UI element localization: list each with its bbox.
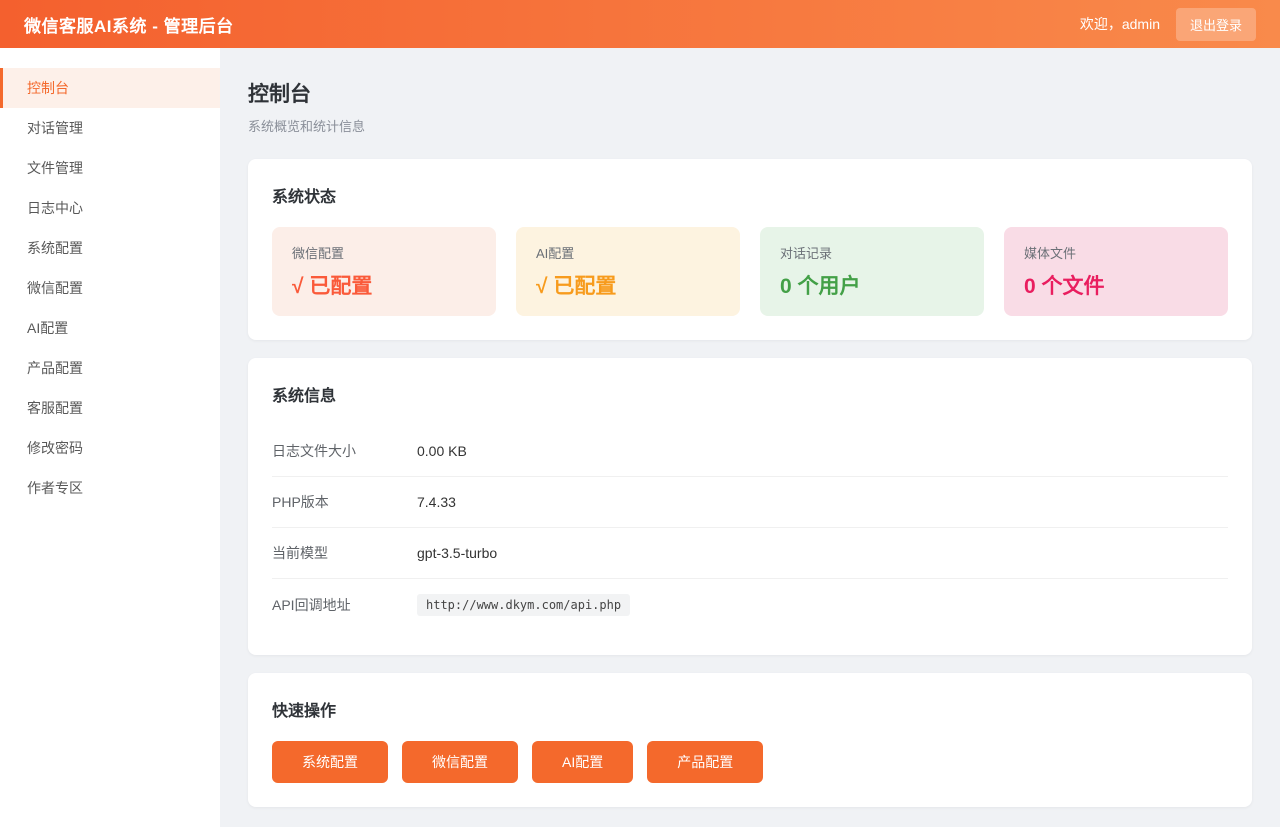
stat-label: 对话记录 [780, 243, 964, 262]
stat-wechat-config: 微信配置 √ 已配置 [272, 227, 496, 316]
info-label: PHP版本 [272, 492, 417, 512]
info-value: 0.00 KB [417, 443, 467, 459]
header-right: 欢迎，admin 退出登录 [1080, 8, 1256, 41]
app-header: 微信客服AI系统 - 管理后台 欢迎，admin 退出登录 [0, 0, 1280, 48]
info-label: 当前模型 [272, 543, 417, 563]
quick-action-product-config[interactable]: 产品配置 [647, 741, 763, 783]
sidebar-item-service-config[interactable]: 客服配置 [0, 388, 220, 428]
stat-value: 0 个文件 [1024, 270, 1208, 300]
stat-label: 媒体文件 [1024, 243, 1208, 262]
quick-action-wechat-config[interactable]: 微信配置 [402, 741, 518, 783]
info-table: 日志文件大小 0.00 KB PHP版本 7.4.33 当前模型 gpt-3.5… [272, 426, 1228, 631]
system-status-title: 系统状态 [272, 183, 1228, 207]
sidebar-item-change-password[interactable]: 修改密码 [0, 428, 220, 468]
system-status-card: 系统状态 微信配置 √ 已配置 AI配置 √ 已配置 对话记录 0 个用户 媒体… [248, 159, 1252, 340]
sidebar-item-product-config[interactable]: 产品配置 [0, 348, 220, 388]
system-info-title: 系统信息 [272, 382, 1228, 406]
sidebar-item-system-config[interactable]: 系统配置 [0, 228, 220, 268]
info-row-api-callback-url: API回调地址 http://www.dkym.com/api.php [272, 579, 1228, 631]
info-value: gpt-3.5-turbo [417, 545, 497, 561]
actions-row: 系统配置 微信配置 AI配置 产品配置 [272, 741, 1228, 783]
stats-grid: 微信配置 √ 已配置 AI配置 √ 已配置 对话记录 0 个用户 媒体文件 0 … [272, 227, 1228, 316]
sidebar-item-conversation-manage[interactable]: 对话管理 [0, 108, 220, 148]
quick-actions-card: 快速操作 系统配置 微信配置 AI配置 产品配置 [248, 673, 1252, 807]
main-content: 控制台 系统概览和统计信息 系统状态 微信配置 √ 已配置 AI配置 √ 已配置… [220, 48, 1280, 827]
sidebar-item-dashboard[interactable]: 控制台 [0, 68, 220, 108]
info-label: API回调地址 [272, 595, 417, 615]
quick-actions-title: 快速操作 [272, 697, 1228, 721]
page-title: 控制台 [248, 78, 1252, 108]
welcome-text: 欢迎，admin [1080, 14, 1160, 34]
sidebar-item-author-zone[interactable]: 作者专区 [0, 468, 220, 508]
info-label: 日志文件大小 [272, 441, 417, 461]
sidebar-item-file-manage[interactable]: 文件管理 [0, 148, 220, 188]
page-subtitle: 系统概览和统计信息 [248, 116, 1252, 135]
stat-value: √ 已配置 [536, 270, 720, 300]
quick-action-ai-config[interactable]: AI配置 [532, 741, 633, 783]
sidebar-nav: 控制台 对话管理 文件管理 日志中心 系统配置 微信配置 AI配置 产品配置 客… [0, 68, 220, 508]
sidebar-item-wechat-config[interactable]: 微信配置 [0, 268, 220, 308]
sidebar: 控制台 对话管理 文件管理 日志中心 系统配置 微信配置 AI配置 产品配置 客… [0, 48, 220, 827]
stat-label: 微信配置 [292, 243, 476, 262]
app-title: 微信客服AI系统 - 管理后台 [24, 12, 234, 37]
api-callback-url: http://www.dkym.com/api.php [417, 594, 630, 616]
stat-label: AI配置 [536, 243, 720, 262]
info-row-current-model: 当前模型 gpt-3.5-turbo [272, 528, 1228, 579]
stat-value: 0 个用户 [780, 270, 964, 300]
info-row-php-version: PHP版本 7.4.33 [272, 477, 1228, 528]
stat-chat-records: 对话记录 0 个用户 [760, 227, 984, 316]
stat-media-files: 媒体文件 0 个文件 [1004, 227, 1228, 316]
stat-ai-config: AI配置 √ 已配置 [516, 227, 740, 316]
info-value: 7.4.33 [417, 494, 456, 510]
logout-button[interactable]: 退出登录 [1176, 8, 1256, 41]
quick-action-system-config[interactable]: 系统配置 [272, 741, 388, 783]
sidebar-item-ai-config[interactable]: AI配置 [0, 308, 220, 348]
stat-value: √ 已配置 [292, 270, 476, 300]
info-row-log-size: 日志文件大小 0.00 KB [272, 426, 1228, 477]
sidebar-item-log-center[interactable]: 日志中心 [0, 188, 220, 228]
system-info-card: 系统信息 日志文件大小 0.00 KB PHP版本 7.4.33 当前模型 gp… [248, 358, 1252, 655]
